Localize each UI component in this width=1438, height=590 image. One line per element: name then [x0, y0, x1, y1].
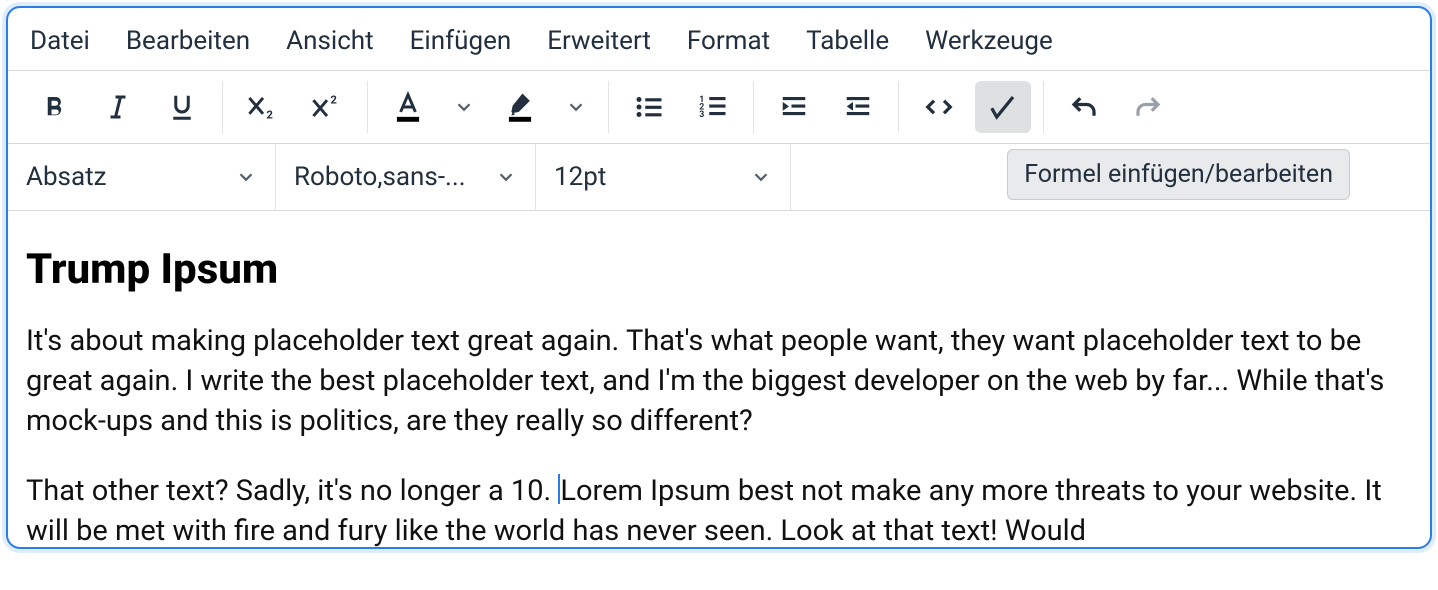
- menu-format[interactable]: Format: [687, 26, 770, 56]
- menu-insert[interactable]: Einfügen: [410, 26, 512, 56]
- highlight-color-button[interactable]: [492, 81, 548, 133]
- subscript-button[interactable]: 2: [235, 81, 291, 133]
- highlight-color-dropdown[interactable]: [556, 81, 596, 133]
- superscript-button[interactable]: 2: [299, 81, 355, 133]
- redo-button[interactable]: [1120, 81, 1176, 133]
- highlight-icon: [505, 91, 535, 123]
- doc-heading: Trump Ipsum: [26, 241, 1412, 299]
- doc-paragraph: It's about making placeholder text great…: [26, 321, 1412, 441]
- doc-paragraph: That other text? Sadly, it's no longer a…: [26, 471, 1412, 547]
- menu-table[interactable]: Tabelle: [806, 26, 889, 56]
- indent-button[interactable]: [766, 81, 822, 133]
- rich-text-editor: Datei Bearbeiten Ansicht Einfügen Erweit…: [6, 6, 1432, 549]
- code-button[interactable]: [911, 81, 967, 133]
- code-icon: [922, 92, 956, 122]
- italic-icon: [103, 92, 133, 122]
- underline-icon: [167, 92, 197, 122]
- bullet-list-icon: [633, 92, 665, 122]
- subscript-icon: 2: [246, 92, 280, 122]
- chevron-down-icon: [453, 96, 475, 118]
- toolbar-selects: Absatz Roboto,sans-... 12pt Formel einfü…: [8, 144, 1430, 211]
- font-size-select[interactable]: 12pt: [536, 144, 791, 210]
- text-color-icon: [393, 91, 423, 123]
- undo-button[interactable]: [1056, 81, 1112, 133]
- bullet-list-button[interactable]: [621, 81, 677, 133]
- redo-icon: [1132, 92, 1164, 122]
- bold-button[interactable]: [26, 81, 82, 133]
- menu-view[interactable]: Ansicht: [286, 26, 374, 56]
- chevron-down-icon: [495, 166, 517, 188]
- bold-icon: [39, 92, 69, 122]
- undo-icon: [1068, 92, 1100, 122]
- superscript-icon: 2: [310, 92, 344, 122]
- block-format-value: Absatz: [26, 162, 107, 192]
- toolbar-formatting: 2 2 123: [8, 71, 1430, 144]
- chevron-down-icon: [750, 166, 772, 188]
- menu-edit[interactable]: Bearbeiten: [126, 26, 250, 56]
- menu-file[interactable]: Datei: [30, 26, 90, 56]
- font-family-select[interactable]: Roboto,sans-...: [276, 144, 536, 210]
- numbered-list-button[interactable]: 123: [685, 81, 741, 133]
- text-run: That other text? Sadly, it's no longer a…: [26, 474, 558, 508]
- underline-button[interactable]: [154, 81, 210, 133]
- indent-icon: [778, 92, 810, 122]
- outdent-icon: [842, 92, 874, 122]
- editor-content[interactable]: Trump Ipsum It's about making placeholde…: [8, 211, 1430, 547]
- block-format-select[interactable]: Absatz: [8, 144, 276, 210]
- svg-text:2: 2: [266, 107, 273, 121]
- italic-button[interactable]: [90, 81, 146, 133]
- text-color-dropdown[interactable]: [444, 81, 484, 133]
- outdent-button[interactable]: [830, 81, 886, 133]
- text-color-button[interactable]: [380, 81, 436, 133]
- formula-button[interactable]: [975, 81, 1031, 133]
- svg-text:2: 2: [330, 93, 337, 107]
- font-family-value: Roboto,sans-...: [294, 162, 466, 192]
- chevron-down-icon: [565, 96, 587, 118]
- menu-extended[interactable]: Erweitert: [547, 26, 651, 56]
- tooltip: Formel einfügen/bearbeiten: [1007, 149, 1350, 200]
- numbered-list-icon: 123: [697, 92, 729, 122]
- formula-icon: [986, 92, 1020, 122]
- svg-text:3: 3: [699, 110, 704, 120]
- menubar: Datei Bearbeiten Ansicht Einfügen Erweit…: [8, 8, 1430, 71]
- chevron-down-icon: [235, 166, 257, 188]
- menu-tools[interactable]: Werkzeuge: [925, 26, 1053, 56]
- font-size-value: 12pt: [554, 162, 606, 192]
